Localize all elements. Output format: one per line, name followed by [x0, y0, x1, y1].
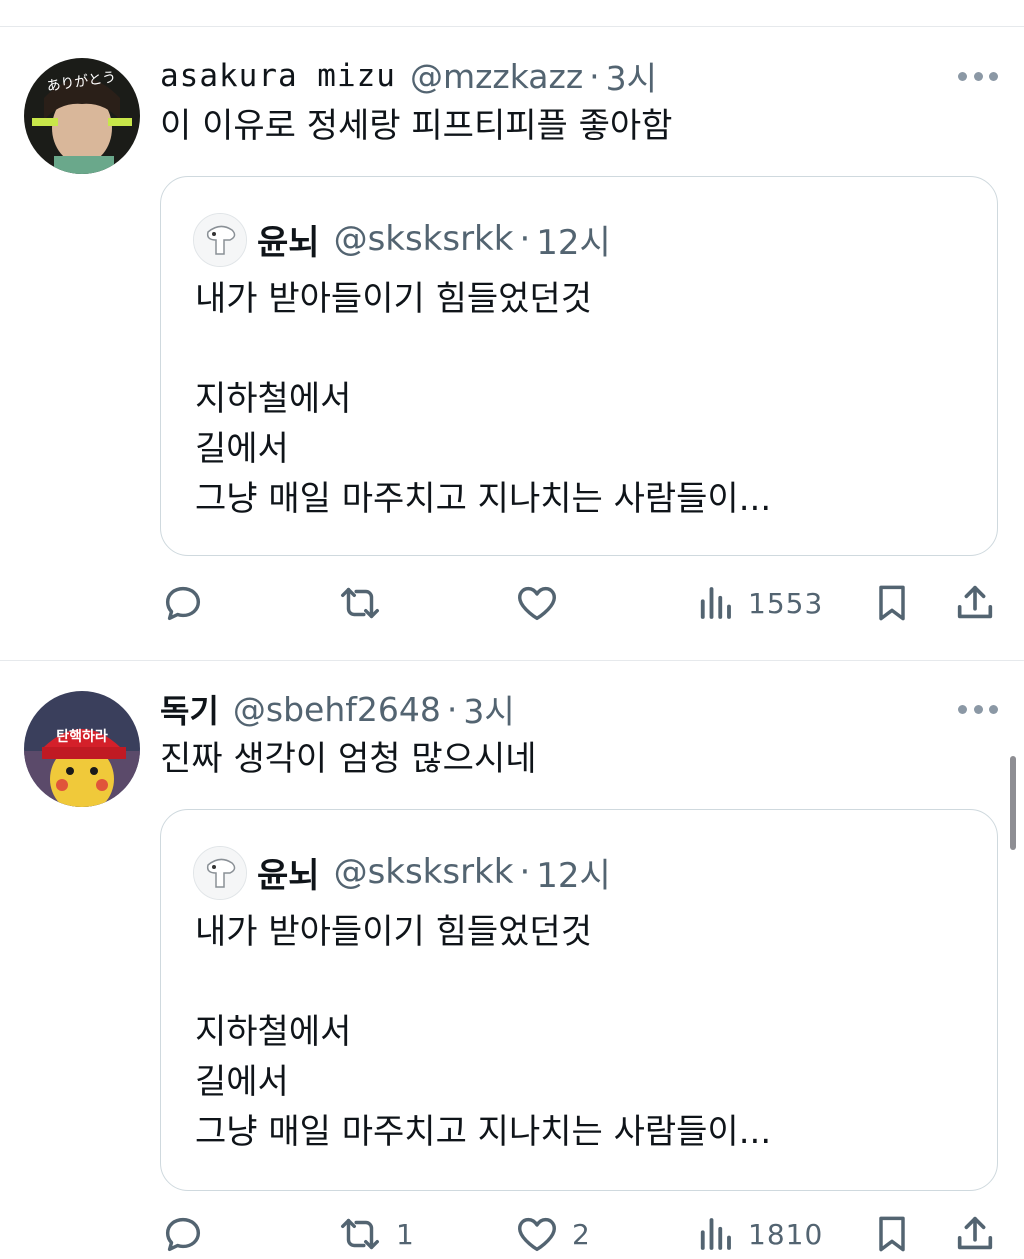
svg-text:탄핵하라: 탄핵하라 — [56, 728, 108, 745]
quoted-tweet[interactable]: 윤뇌 @sksksrkk · 12시 내가 받아들이기 힘들었던것 지하철에서 … — [160, 176, 998, 556]
quoted-text-line: 내가 받아들이기 힘들었던것 — [195, 279, 592, 319]
bookmark-icon — [879, 585, 905, 621]
quoted-handle: @sksksrkk — [333, 852, 514, 892]
more-options-icon[interactable] — [958, 70, 998, 82]
reply-icon — [165, 586, 201, 621]
view-count: 1810 — [748, 1217, 824, 1251]
quoted-tweet[interactable]: 윤뇌 @sksksrkk · 12시 내가 받아들이기 힘들었던것 지하철에서 … — [160, 809, 998, 1191]
heart-icon — [518, 1217, 556, 1252]
like-button[interactable] — [514, 578, 572, 628]
retweet-icon — [341, 587, 379, 619]
more-options-icon[interactable] — [958, 703, 998, 715]
tweet-actions: 1553 — [0, 578, 1024, 628]
tweet-text: 진짜 생각이 엄청 많으시네 — [160, 739, 537, 779]
quoted-text-line: 지하철에서 — [195, 1012, 352, 1052]
like-button[interactable]: 2 — [514, 1209, 591, 1259]
quoted-avatar — [193, 846, 247, 900]
quoted-text-line: 그냥 매일 마주치고 지나치는 사람들이... — [195, 1112, 772, 1152]
tweet[interactable]: 탄핵하라 독기 @sbehf2648 · 3시 진짜 생각이 엄청 많으시네 윤… — [0, 661, 1024, 1252]
quoted-text-line: 길에서 — [195, 429, 289, 469]
tweet[interactable]: ありがとう asakura mizu @mzzkazz · 3시 이 이유로 정… — [0, 0, 1024, 660]
views-button[interactable]: 1553 — [694, 578, 823, 628]
quoted-avatar — [193, 213, 247, 267]
quoted-text-line: 내가 받아들이기 힘들었던것 — [195, 912, 592, 952]
tweet-actions: 1 2 1810 — [0, 1209, 1024, 1259]
quoted-timestamp: 12시 — [536, 222, 611, 263]
share-button[interactable] — [952, 578, 998, 628]
retweet-icon — [341, 1218, 379, 1250]
reply-button[interactable] — [160, 1209, 218, 1259]
separator-dot: · — [589, 56, 600, 96]
timestamp[interactable]: 3시 — [463, 685, 514, 733]
quoted-display-name: 윤뇌 — [257, 222, 320, 263]
reply-button[interactable] — [160, 578, 218, 628]
display-name[interactable]: 독기 — [160, 686, 219, 732]
retweet-button[interactable] — [336, 578, 396, 628]
bookmark-button[interactable] — [870, 578, 914, 628]
bookmark-icon — [879, 1216, 905, 1252]
avatar[interactable]: ありがとう — [24, 58, 140, 174]
share-icon — [957, 585, 993, 619]
heart-icon — [518, 586, 556, 621]
views-chart-icon — [700, 1218, 731, 1250]
views-button[interactable]: 1810 — [694, 1209, 823, 1259]
tweet-header: asakura mizu @mzzkazz · 3시 — [160, 52, 657, 100]
quoted-text-line: 길에서 — [195, 1062, 289, 1102]
quoted-timestamp: 12시 — [536, 855, 611, 896]
avatar[interactable]: 탄핵하라 — [24, 691, 140, 807]
display-name[interactable]: asakura mizu — [160, 58, 396, 94]
quoted-header: 윤뇌 @sksksrkk · 12시 — [257, 215, 611, 263]
share-icon — [957, 1216, 993, 1250]
tweet-text: 이 이유로 정세랑 피프티피플 좋아함 — [160, 106, 673, 146]
share-button[interactable] — [952, 1209, 998, 1259]
quoted-display-name: 윤뇌 — [257, 855, 320, 896]
scrollbar-thumb[interactable] — [1010, 756, 1016, 850]
separator-dot: · — [519, 219, 531, 259]
tweet-header: 독기 @sbehf2648 · 3시 — [160, 685, 515, 733]
quoted-text-line: 지하철에서 — [195, 379, 352, 419]
timestamp[interactable]: 3시 — [606, 52, 657, 100]
like-count: 2 — [572, 1217, 591, 1251]
user-handle[interactable]: @sbehf2648 — [233, 690, 441, 729]
retweet-button[interactable]: 1 — [336, 1209, 415, 1259]
retweet-count: 1 — [396, 1217, 415, 1251]
user-handle[interactable]: @mzzkazz — [410, 57, 583, 96]
bookmark-button[interactable] — [870, 1209, 914, 1259]
quoted-text-line: 그냥 매일 마주치고 지나치는 사람들이... — [195, 479, 772, 519]
separator-dot: · — [446, 689, 458, 729]
separator-dot: · — [519, 852, 531, 892]
reply-icon — [165, 1217, 201, 1252]
view-count: 1553 — [748, 586, 824, 620]
quoted-header: 윤뇌 @sksksrkk · 12시 — [257, 848, 611, 896]
quoted-handle: @sksksrkk — [333, 219, 514, 259]
views-chart-icon — [700, 587, 731, 619]
